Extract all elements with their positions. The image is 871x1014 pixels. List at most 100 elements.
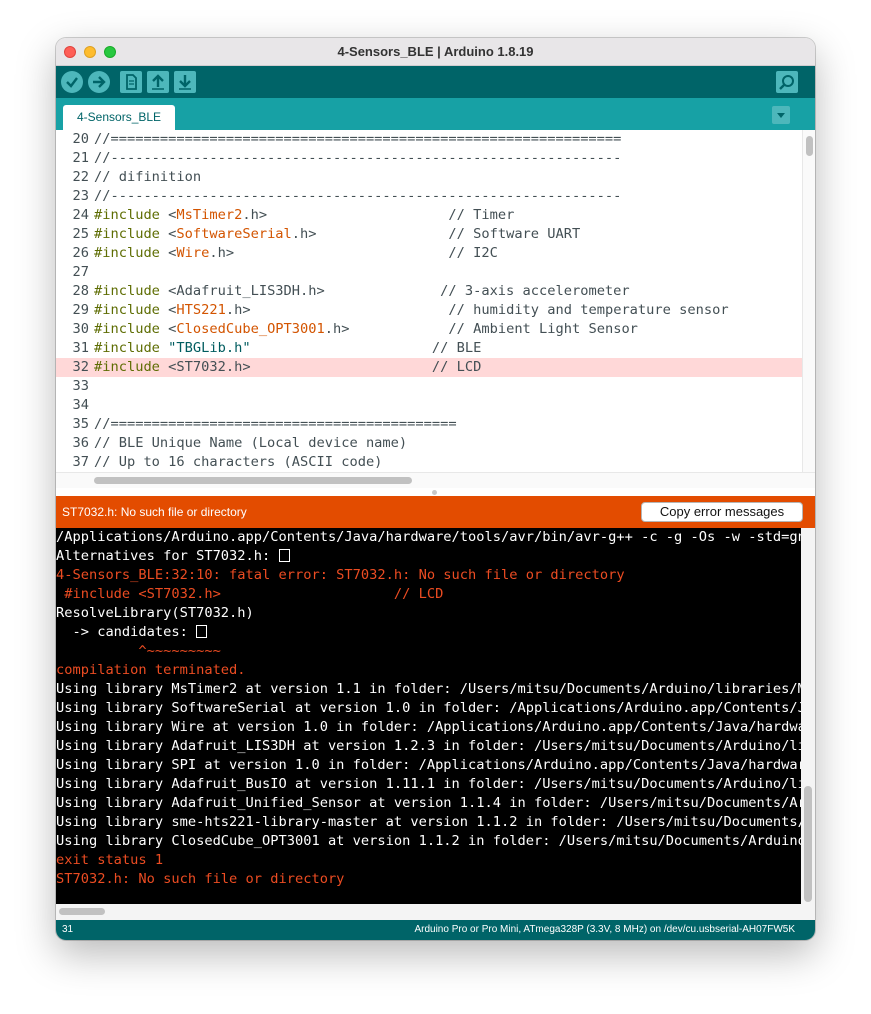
console-line-text: Using library sme-hts221-library-master … [56,814,801,830]
magnifier-icon [779,75,794,90]
editor-vertical-scroll-thumb[interactable] [806,136,813,156]
comment-token: // BLE [431,340,482,356]
comment-token: // Software UART [448,226,581,242]
comment-token: // humidity and temperature sensor [448,302,729,318]
tab-menu-button[interactable] [772,106,790,124]
code-line: 23 //------------------------------------… [56,187,802,206]
editor-vertical-scrollbar[interactable] [802,130,815,472]
split-pane-divider[interactable] [56,488,815,496]
include-open-token: < [159,226,177,242]
console-vertical-scrollbar[interactable] [801,528,815,904]
tab-bar: 4-Sensors_BLE [56,98,815,130]
include-open-token: < [159,302,177,318]
line-text: // Up to 16 characters (ASCII code) [94,454,383,470]
console-line: #include <ST7032.h> // LCD [56,585,801,604]
library-name-token: HTS221 [176,302,226,318]
save-sketch-button[interactable] [174,71,196,93]
triangle-down-icon [777,113,785,118]
line-text: //======================================… [94,416,457,432]
console-line: Using library sme-hts221-library-master … [56,813,801,832]
status-board-info: Arduino Pro or Pro Mini, ATmega328P (3.3… [414,924,795,935]
keyword-token: #include [94,340,160,356]
line-number: 30 [72,321,89,337]
include-close-token: .h> [324,321,350,337]
arrow-down-icon [179,75,191,90]
line-text: #include <SoftwareSerial.h> // Software … [94,225,580,244]
missing-glyph-box [278,549,290,562]
line-number: 36 [72,435,89,451]
code-line: 37 // Up to 16 characters (ASCII code) [56,453,802,472]
code-line: 25 #include <SoftwareSerial.h> // Softwar… [56,225,802,244]
line-number: 33 [72,378,89,394]
missing-glyph-box [196,625,208,638]
keyword-token: #include [94,359,160,375]
line-number: 22 [72,169,89,185]
line-number: 35 [72,416,89,432]
console-line-text: exit status 1 [56,852,164,868]
console-line: ST7032.h: No such file or directory [56,870,801,889]
console-line-text: /Applications/Arduino.app/Contents/Java/… [56,529,801,545]
padding-token [251,340,432,356]
code-line: 36 // BLE Unique Name (Local device name) [56,434,802,453]
divider-grip [432,490,437,495]
code-line: 24 #include <MsTimer2.h> // Timer [56,206,802,225]
code-editor[interactable]: 20 //====================================… [56,130,815,488]
padding-token [267,207,448,223]
line-number: 28 [72,283,89,299]
code-line: 34 [56,396,802,415]
line-number: 34 [72,397,89,413]
code-line: 32 #include <ST7032.h> // LCD [56,358,802,377]
check-icon [66,77,78,88]
console-horizontal-scrollbar[interactable] [56,904,815,920]
console-line-text: ST7032.h: No such file or directory [56,871,345,887]
line-text: #include <ClosedCube_OPT3001.h> // Ambie… [94,320,638,339]
code-line: 31 #include "TBGLib.h" // BLE [56,339,802,358]
line-text: #include "TBGLib.h" // BLE [94,339,481,358]
line-text: #include <ST7032.h> // LCD [94,358,481,377]
line-number: 37 [72,454,89,470]
console-line: /Applications/Arduino.app/Contents/Java/… [56,528,801,547]
console-line-text: Using library ClosedCube_OPT3001 at vers… [56,833,801,849]
line-number: 31 [72,340,89,356]
console-line-text: Using library Wire at version 1.0 in fol… [56,719,801,735]
console-line-text: ResolveLibrary(ST7032.h) [56,605,254,621]
status-line-number: 31 [62,924,74,935]
editor-horizontal-scroll-thumb[interactable] [94,477,412,484]
tab-sketch[interactable]: 4-Sensors_BLE [63,105,175,130]
console-vertical-scroll-thumb[interactable] [804,786,812,902]
keyword-token: #include [94,245,160,261]
comment-token: // Timer [448,207,515,223]
string-token: "TBGLib.h" [159,340,251,356]
console-line: -> candidates: [56,623,801,642]
console-line: Using library Wire at version 1.0 in fol… [56,718,801,737]
line-number: 20 [72,131,89,147]
line-text: //--------------------------------------… [94,188,622,204]
console-horizontal-scroll-thumb[interactable] [59,908,105,915]
padding-token [251,359,432,375]
open-sketch-button[interactable] [147,71,169,93]
code-line: 27 [56,263,802,282]
new-sketch-button[interactable] [120,71,142,93]
status-bar: 31 Arduino Pro or Pro Mini, ATmega328P (… [56,920,815,940]
padding-token [234,245,448,261]
line-text: // BLE Unique Name (Local device name) [94,435,408,451]
editor-horizontal-scrollbar[interactable] [56,472,815,488]
serial-monitor-button[interactable] [776,71,798,93]
copy-error-messages-button[interactable]: Copy error messages [641,502,803,522]
console-line-text: Using library Adafruit_BusIO at version … [56,776,801,792]
line-number: 29 [72,302,89,318]
arduino-ide-window: 4-Sensors_BLE | Arduino 1.8.19 4-Sensors… [56,38,815,940]
line-number: 27 [72,264,89,280]
console-line-text: Alternatives for ST7032.h: [56,548,279,564]
error-message: ST7032.h: No such file or directory [62,505,247,519]
console-line: Alternatives for ST7032.h: [56,547,801,566]
comment-token: // Ambient Light Sensor [448,321,638,337]
console-output: /Applications/Arduino.app/Contents/Java/… [56,528,815,920]
verify-button[interactable] [61,71,83,93]
padding-token [350,321,449,337]
include-close-token: .h> [209,245,235,261]
console-line: Using library SPI at version 1.0 in fold… [56,756,801,775]
keyword-token: #include [94,321,160,337]
upload-button[interactable] [88,71,110,93]
include-open-token: < [159,321,177,337]
